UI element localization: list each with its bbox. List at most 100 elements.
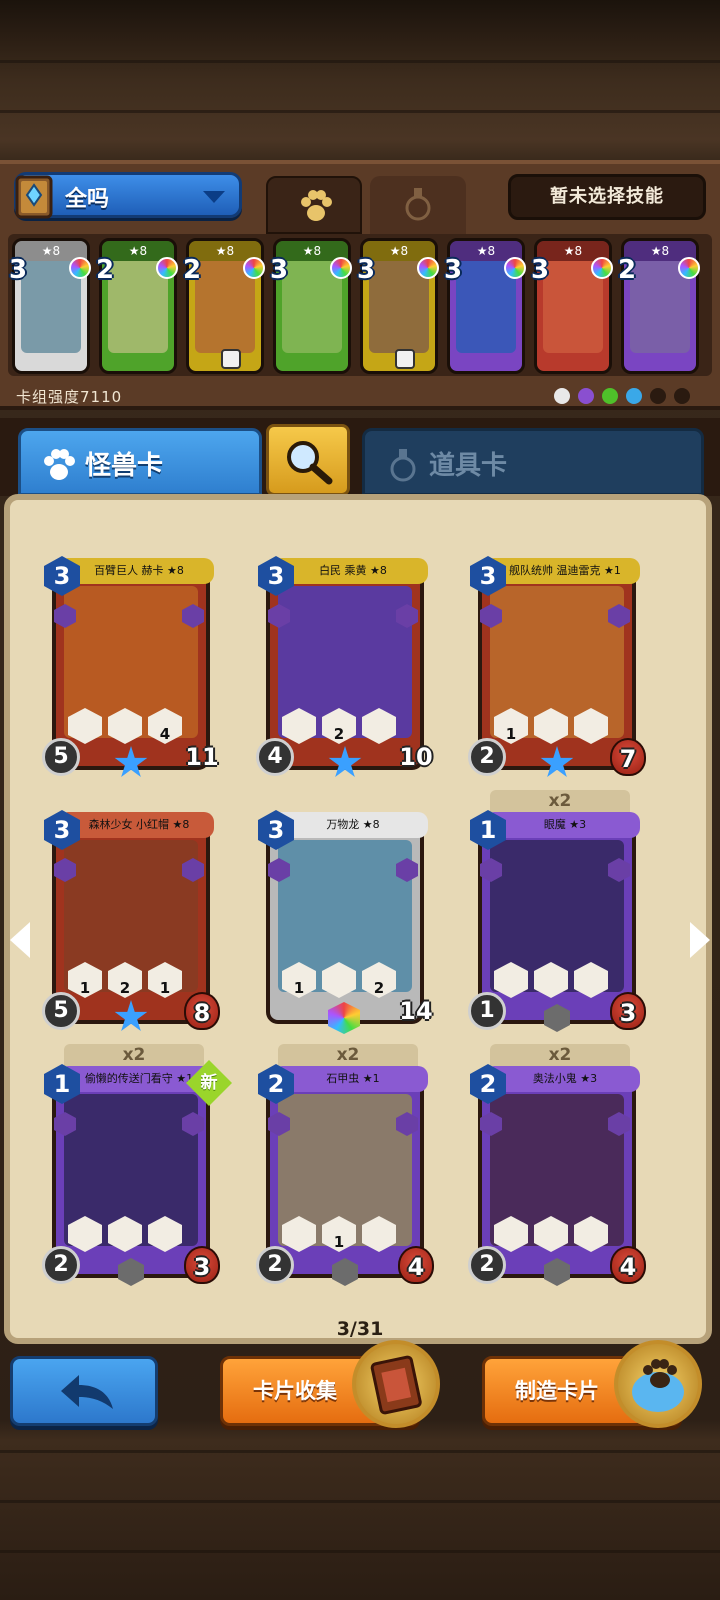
card-health: 4 xyxy=(610,1246,646,1284)
deck-card-cost: 3 xyxy=(270,255,289,285)
tab-item-cards[interactable]: 道具卡 xyxy=(362,428,704,496)
paw-icon xyxy=(301,190,332,221)
deck-card[interactable]: ★8 3 xyxy=(357,238,439,374)
card-collection-label: 卡片收集 xyxy=(253,1379,337,1403)
card-attack: 1 xyxy=(468,992,506,1030)
neutral-element-icon xyxy=(554,388,570,404)
deck-card-cost: 3 xyxy=(357,255,376,285)
deck-card[interactable]: ★8 3 xyxy=(9,238,91,374)
card-attack: 2 xyxy=(468,1246,506,1284)
dark-element-icon xyxy=(650,388,666,404)
card-name: 眼魔 ★3 xyxy=(490,812,640,838)
water-element-icon xyxy=(626,388,642,404)
card-health: 14 xyxy=(399,997,433,1025)
prev-page-arrow[interactable] xyxy=(10,922,30,958)
skill-select-button[interactable]: 暂未选择技能 xyxy=(508,174,706,220)
collection-card[interactable]: 森林少女 小红帽 ★8 1 2 1 3 5 8 xyxy=(42,810,220,1031)
chevron-down-icon xyxy=(203,191,225,203)
craft-card-label: 制造卡片 xyxy=(515,1379,599,1403)
deck-book-icon xyxy=(15,175,53,219)
card-health: 11 xyxy=(185,743,219,771)
deck-selector[interactable]: 全吗 xyxy=(14,172,242,219)
collection-card[interactable]: 万物龙 ★8 1 2 3 14 xyxy=(258,810,433,1034)
arcane-element-icon xyxy=(578,388,594,404)
collection-card[interactable]: 奥法小鬼 ★3 2 2 4 xyxy=(468,1064,646,1286)
card-name: 舰队统帅 温迪雷克 ★1 xyxy=(490,558,640,584)
deck-card-cost: 3 xyxy=(444,255,463,285)
rainbow-gem-icon xyxy=(678,257,700,279)
deck-card[interactable]: ★8 2 xyxy=(183,238,265,374)
card-name: 万物龙 ★8 xyxy=(278,812,428,838)
deck-card-cost: 2 xyxy=(96,255,115,285)
card-health: 8 xyxy=(184,992,220,1030)
rainbow-gem-icon xyxy=(243,257,265,279)
rainbow-gem-icon xyxy=(69,257,91,279)
card-attack: 5 xyxy=(42,992,80,1030)
collection-card[interactable]: 眼魔 ★3 1 1 3 xyxy=(468,810,646,1032)
rainbow-gem-icon xyxy=(417,257,439,279)
card-attack: 2 xyxy=(468,738,506,776)
card-health: 3 xyxy=(610,992,646,1030)
card-duplicate-count: x2 xyxy=(490,1044,630,1066)
deck-name: 全吗 xyxy=(65,187,110,212)
card-name: 森林少女 小红帽 ★8 xyxy=(64,812,214,838)
deck-panel: 全吗 暂未选择技能 ★8 3 ★8 2 ★8 2 ★8 3 ★8 3 ★8 3 … xyxy=(0,160,720,410)
deck-strength: 卡组强度7110 xyxy=(16,388,123,406)
collection-card[interactable]: 白民 乘黄 ★8 2 3 4 10 xyxy=(256,556,433,777)
card-attack: 2 xyxy=(42,1246,80,1284)
page-indicator: 3/31 xyxy=(336,1318,384,1340)
back-button[interactable] xyxy=(10,1356,158,1426)
collection-card[interactable]: 偷懒的传送门看守 ★1 1 2 3 xyxy=(42,1064,220,1286)
tab-monster-cards[interactable]: 怪兽卡 xyxy=(18,428,262,496)
card-attack: 2 xyxy=(256,1246,294,1284)
rainbow-gem-icon xyxy=(330,257,352,279)
card-health: 4 xyxy=(398,1246,434,1284)
search-button[interactable] xyxy=(266,424,350,496)
collection-card[interactable]: 石甲虫 ★1 1 2 2 4 xyxy=(256,1064,434,1286)
tab-monster-cards-label: 怪兽卡 xyxy=(85,451,164,481)
rainbow-gem-icon xyxy=(504,257,526,279)
tab-item-skill[interactable] xyxy=(370,176,466,234)
category-tab-bar: 怪兽卡 道具卡 xyxy=(0,418,720,496)
dice-icon xyxy=(395,349,415,369)
card-name: 奥法小鬼 ★3 xyxy=(490,1066,640,1092)
potion-icon xyxy=(405,188,431,221)
deck-card-cost: 2 xyxy=(183,255,202,285)
search-icon xyxy=(287,441,333,485)
card-name: 石甲虫 ★1 xyxy=(278,1066,428,1092)
card-health: 10 xyxy=(399,743,433,771)
card-duplicate-count: x2 xyxy=(278,1044,418,1066)
fire-element-icon xyxy=(674,388,690,404)
card-album-icon xyxy=(352,1340,440,1428)
collection-card[interactable]: 百臂巨人 赫卡 ★8 4 3 5 11 xyxy=(42,556,219,777)
paw-jar-icon xyxy=(614,1340,702,1428)
tab-item-cards-label: 道具卡 xyxy=(429,451,508,481)
deck-card[interactable]: ★8 2 xyxy=(96,238,178,374)
back-arrow-icon xyxy=(61,1375,113,1409)
potion-icon xyxy=(390,449,416,482)
tab-monster-skill[interactable] xyxy=(266,176,362,234)
deck-card-strip: ★8 3 ★8 2 ★8 2 ★8 3 ★8 3 ★8 3 ★8 3 ★8 2 xyxy=(8,234,712,376)
dice-icon xyxy=(221,349,241,369)
deck-card[interactable]: ★8 3 xyxy=(531,238,613,374)
card-attack: 5 xyxy=(42,738,80,776)
paw-icon xyxy=(44,449,75,480)
card-name: 百臂巨人 赫卡 ★8 xyxy=(64,558,214,584)
next-page-arrow[interactable] xyxy=(690,922,710,958)
collection-card[interactable]: 舰队统帅 温迪雷克 ★1 1 3 2 7 xyxy=(468,556,646,777)
deck-card-cost: 3 xyxy=(531,255,550,285)
card-name: 白民 乘黄 ★8 xyxy=(278,558,428,584)
card-duplicate-count: x2 xyxy=(490,790,630,812)
card-health: 7 xyxy=(610,738,646,776)
rainbow-gem-icon xyxy=(156,257,178,279)
deck-card[interactable]: ★8 3 xyxy=(270,238,352,374)
nature-element-icon xyxy=(602,388,618,404)
rainbow-gem-icon xyxy=(591,257,613,279)
card-health: 3 xyxy=(184,1246,220,1284)
card-attack: 4 xyxy=(256,738,294,776)
deck-card[interactable]: ★8 3 xyxy=(444,238,526,374)
deck-card[interactable]: ★8 2 xyxy=(618,238,700,374)
deck-card-cost: 3 xyxy=(9,255,28,285)
card-duplicate-count: x2 xyxy=(64,1044,204,1066)
deck-card-cost: 2 xyxy=(618,255,637,285)
